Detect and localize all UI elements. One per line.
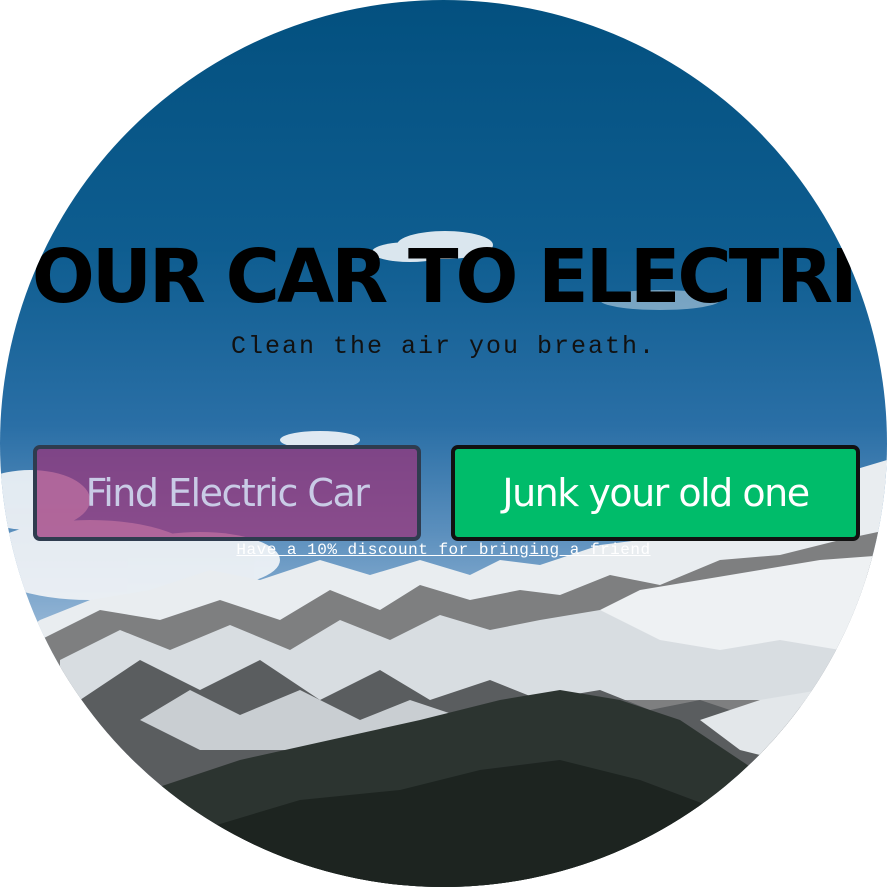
mountain-background-image [0, 231, 887, 887]
junk-old-car-button[interactable]: Junk your old one [451, 445, 860, 541]
hero-headline: YOUR CAR TO ELECTRIC [0, 234, 887, 320]
friend-discount-link[interactable]: Have a 10% discount for bringing a frien… [0, 541, 887, 559]
hero-section: YOUR CAR TO ELECTRIC Clean the air you b… [0, 0, 887, 887]
find-electric-car-button[interactable]: Find Electric Car [33, 445, 421, 541]
page: YOUR CAR TO ELECTRIC Clean the air you b… [0, 0, 887, 887]
hero-tagline: Clean the air you breath. [230, 332, 657, 361]
